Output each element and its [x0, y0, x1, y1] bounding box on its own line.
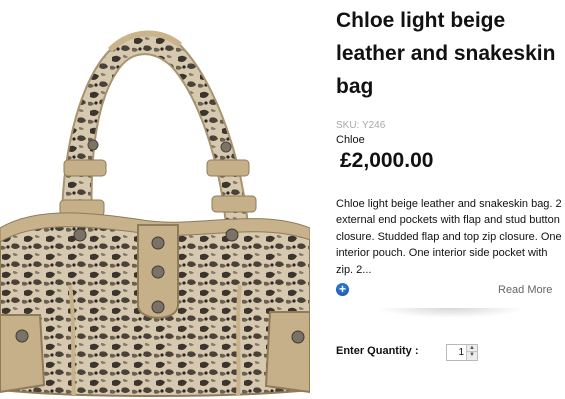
product-sku: SKU: Y246: [336, 120, 386, 131]
product-title: Chloe light beige leather and snakeskin …: [336, 9, 556, 98]
product-image[interactable]: [0, 0, 310, 399]
spinner-down-icon[interactable]: ▼: [466, 352, 477, 360]
product-description: Chloe light beige leather and snakeskin …: [336, 198, 562, 276]
section-divider: [376, 308, 526, 318]
quantity-label: Enter Quantity :: [336, 345, 419, 357]
handbag-illustration: [0, 30, 310, 397]
product-price: £2,000.00: [340, 149, 434, 172]
product-brand[interactable]: Chloe: [336, 134, 365, 146]
quantity-stepper[interactable]: ▲ ▼: [446, 344, 478, 361]
spinner-up-icon[interactable]: ▲: [466, 345, 477, 352]
read-more-link[interactable]: Read More: [498, 284, 552, 296]
quantity-input[interactable]: [447, 345, 466, 360]
plus-circle-icon[interactable]: +: [336, 283, 349, 296]
